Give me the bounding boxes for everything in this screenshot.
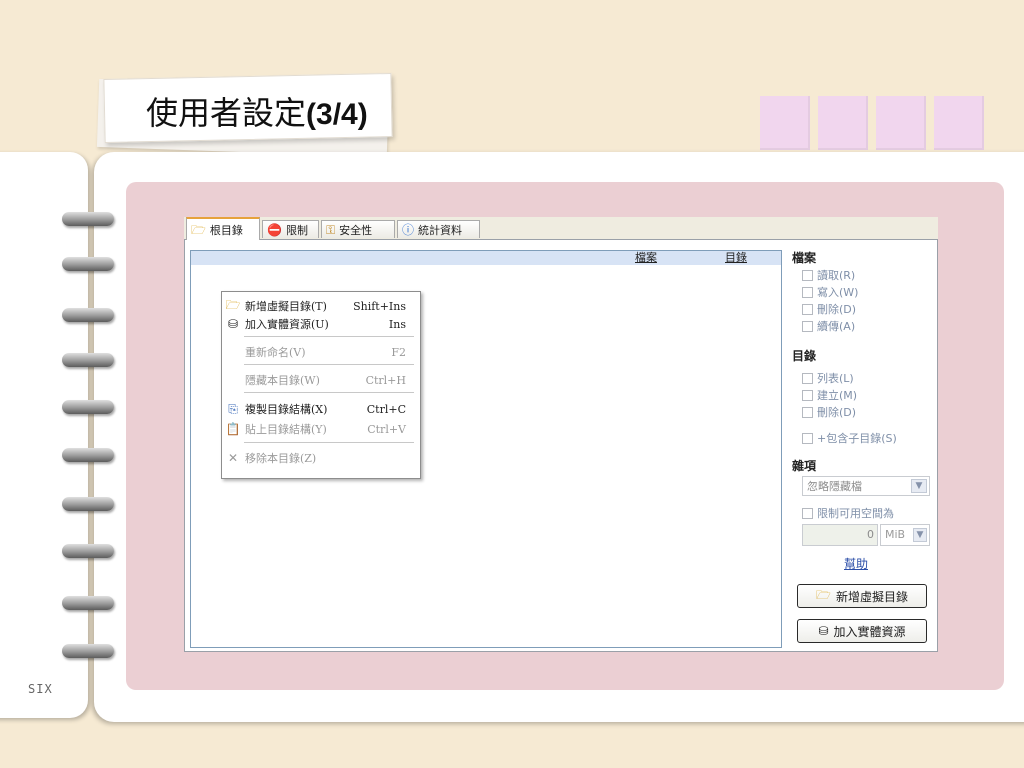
menu-separator bbox=[244, 392, 414, 393]
space-limit-input[interactable]: 0 bbox=[802, 524, 878, 546]
menu-item-add-physical[interactable]: ⛁ 加入實體資源(U) Ins bbox=[222, 315, 418, 333]
directory-tree[interactable]: 檔案 目錄 🗁 新增虛擬目錄(T) Shift+Ins ⛁ 加入實體資源(U) … bbox=[190, 250, 782, 648]
tab-limits[interactable]: ⛔ 限制 bbox=[262, 220, 319, 238]
add-virtual-dir-button[interactable]: 🗁 新增虛擬目錄 bbox=[797, 584, 927, 608]
database-icon: ⛁ bbox=[818, 624, 829, 638]
menu-separator bbox=[244, 442, 414, 443]
menu-separator bbox=[244, 364, 414, 365]
binder-ring bbox=[62, 544, 114, 558]
space-limit-row: 0 MiB ▼ bbox=[802, 524, 930, 546]
slide-title: 使用者設定(3/4) bbox=[146, 94, 368, 132]
decor-tab-3 bbox=[876, 96, 926, 150]
perm-file-read[interactable]: 讀取(R) bbox=[802, 267, 855, 283]
binder-ring bbox=[62, 257, 114, 271]
perm-dir-list[interactable]: 列表(L) bbox=[802, 370, 854, 386]
limit-space-checkbox[interactable]: 限制可用空間為 bbox=[802, 505, 894, 521]
info-icon: ⓘ bbox=[402, 222, 415, 237]
binder-ring bbox=[62, 353, 114, 367]
tab-content: 檔案 目錄 🗁 新增虛擬目錄(T) Shift+Ins ⛁ 加入實體資源(U) … bbox=[184, 239, 938, 652]
perm-dir-delete[interactable]: 刪除(D) bbox=[802, 404, 856, 420]
page-label: SIX bbox=[28, 682, 53, 696]
tab-bar: 🗁 根目錄 ⛔ 限制 ⚿ 安全性 ⓘ 統計資料 bbox=[184, 217, 938, 240]
help-link[interactable]: 幫助 bbox=[844, 555, 868, 572]
binder-ring bbox=[62, 596, 114, 610]
key-icon: ⚿ bbox=[326, 222, 336, 237]
space-unit-select[interactable]: MiB ▼ bbox=[880, 524, 930, 546]
permissions-panel: 檔案 讀取(R) 寫入(W) 刪除(D) 續傳(A) 目錄 列表(L) 建立(M… bbox=[792, 247, 932, 647]
perm-file-write[interactable]: 寫入(W) bbox=[802, 284, 858, 300]
context-menu: 🗁 新增虛擬目錄(T) Shift+Ins ⛁ 加入實體資源(U) Ins 重新… bbox=[221, 291, 421, 479]
decor-tab-4 bbox=[934, 96, 984, 150]
menu-separator bbox=[244, 336, 414, 337]
misc-heading: 雜項 bbox=[792, 459, 817, 473]
include-subdirs-checkbox[interactable]: +包含子目錄(S) bbox=[802, 430, 897, 446]
copy-icon: ⎘ bbox=[228, 401, 238, 416]
column-files[interactable]: 檔案 bbox=[635, 251, 657, 264]
folder-icon: 🗁 bbox=[816, 587, 831, 602]
paste-icon: 📋 bbox=[225, 422, 241, 436]
user-settings-window: 🗁 根目錄 ⛔ 限制 ⚿ 安全性 ⓘ 統計資料 檔案 目錄 🗁 新增虛擬目錄(T) Sh… bbox=[184, 217, 938, 652]
menu-item-new-virtual-dir[interactable]: 🗁 新增虛擬目錄(T) Shift+Ins bbox=[222, 297, 418, 315]
chevron-down-icon: ▼ bbox=[913, 528, 927, 542]
menu-item-copy-structure[interactable]: ⎘ 複製目錄結構(X) Ctrl+C bbox=[222, 400, 418, 418]
binder-ring bbox=[62, 497, 114, 511]
hidden-files-select[interactable]: 忽略隱藏檔 ▼ bbox=[802, 476, 930, 496]
binder-ring bbox=[62, 308, 114, 322]
no-entry-icon: ⛔ bbox=[267, 222, 282, 237]
folder-icon: 🗁 bbox=[191, 222, 206, 237]
perm-file-resume[interactable]: 續傳(A) bbox=[802, 318, 855, 334]
perm-dir-create[interactable]: 建立(M) bbox=[802, 387, 857, 403]
binder-ring bbox=[62, 644, 114, 658]
tab-security[interactable]: ⚿ 安全性 bbox=[321, 220, 395, 238]
column-dirs[interactable]: 目錄 bbox=[725, 251, 747, 264]
menu-item-rename[interactable]: 重新命名(V) F2 bbox=[222, 343, 418, 361]
binder-ring bbox=[62, 448, 114, 462]
menu-item-remove-dir[interactable]: ✕ 移除本目錄(Z) bbox=[222, 449, 418, 467]
files-heading: 檔案 bbox=[792, 251, 817, 265]
folder-icon: 🗁 bbox=[225, 297, 241, 312]
tab-root-directory[interactable]: 🗁 根目錄 bbox=[186, 217, 260, 240]
tab-statistics[interactable]: ⓘ 統計資料 bbox=[397, 220, 480, 238]
binder-ring bbox=[62, 212, 114, 226]
tree-header: 檔案 目錄 bbox=[191, 251, 781, 265]
dirs-heading: 目錄 bbox=[792, 349, 817, 363]
add-physical-resource-button[interactable]: ⛁ 加入實體資源 bbox=[797, 619, 927, 643]
binder-ring bbox=[62, 400, 114, 414]
menu-item-hide-dir[interactable]: 隱藏本目錄(W) Ctrl+H bbox=[222, 371, 418, 389]
delete-icon: ✕ bbox=[227, 451, 239, 465]
decor-tab-2 bbox=[818, 96, 868, 150]
left-page bbox=[0, 152, 88, 718]
menu-item-paste-structure[interactable]: 📋 貼上目錄結構(Y) Ctrl+V bbox=[222, 420, 418, 438]
database-icon: ⛁ bbox=[227, 317, 239, 331]
chevron-down-icon: ▼ bbox=[911, 479, 927, 493]
perm-file-delete[interactable]: 刪除(D) bbox=[802, 301, 856, 317]
decor-tab-1 bbox=[760, 96, 810, 150]
